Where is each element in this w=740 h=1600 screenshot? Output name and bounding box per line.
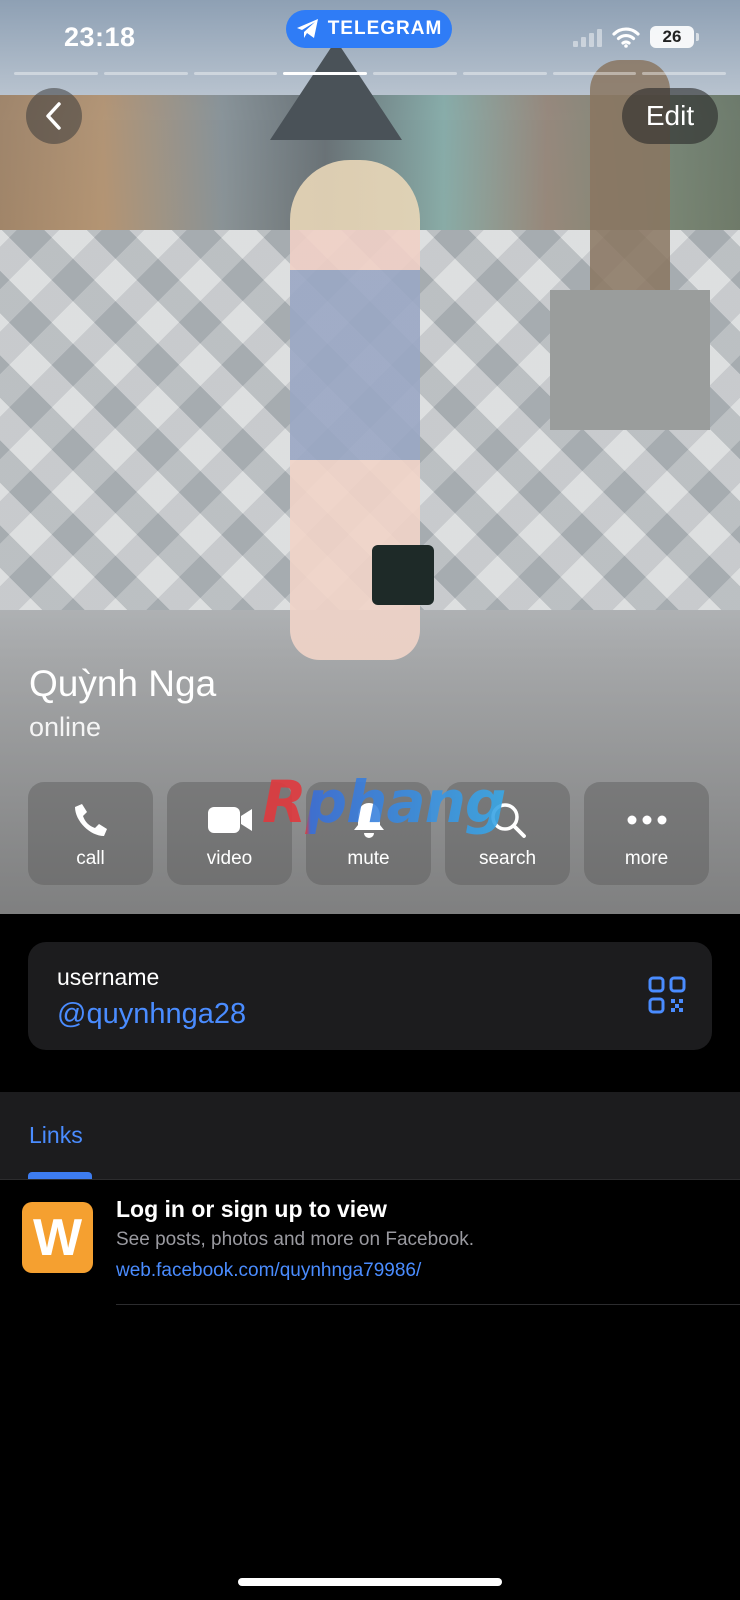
- wifi-icon: [612, 27, 640, 48]
- username-card[interactable]: username @quynhnga28: [28, 942, 712, 1050]
- photo-bag: [372, 545, 434, 605]
- search-button[interactable]: search: [445, 782, 570, 885]
- photo-progress-segment: [552, 72, 637, 75]
- telegram-pill-label: TELEGRAM: [327, 18, 443, 39]
- profile-actions: call video mute search more: [28, 782, 712, 885]
- chevron-left-icon: [46, 102, 61, 130]
- profile-photo[interactable]: [0, 0, 740, 914]
- battery-indicator: 26: [650, 26, 699, 48]
- link-item[interactable]: W Log in or sign up to view See posts, p…: [0, 1180, 740, 1306]
- phone-icon: [74, 804, 107, 836]
- photo-progress-segment: [103, 72, 188, 75]
- link-title: Log in or sign up to view: [116, 1196, 387, 1222]
- mute-label: mute: [347, 848, 390, 869]
- photo-pedestal: [550, 290, 710, 430]
- tab-links[interactable]: Links: [29, 1122, 83, 1149]
- qr-code-icon[interactable]: [648, 976, 686, 1014]
- mute-button[interactable]: mute: [306, 782, 431, 885]
- photo-tower: [270, 40, 402, 140]
- tab-links-indicator: [28, 1172, 92, 1179]
- photo-progress-segment: [373, 72, 457, 75]
- photo-progress-bars: [14, 72, 726, 75]
- telegram-pill[interactable]: TELEGRAM: [286, 10, 452, 48]
- home-indicator[interactable]: [238, 1578, 502, 1586]
- link-url[interactable]: web.facebook.com/quynhnga79986/: [116, 1260, 421, 1282]
- bell-icon: [353, 803, 384, 838]
- username-value[interactable]: @quynhnga28: [57, 998, 246, 1031]
- telegram-plane-icon: [296, 19, 318, 38]
- link-thumbnail: W: [22, 1202, 93, 1273]
- photo-progress-segment: [193, 72, 278, 75]
- edit-button[interactable]: Edit: [622, 88, 718, 144]
- divider: [116, 1304, 740, 1305]
- profile-name: Quỳnh Nga: [29, 663, 217, 704]
- more-dots-icon: [627, 815, 666, 825]
- photo-progress-segment: [14, 72, 98, 75]
- profile-status: online: [29, 712, 102, 742]
- more-button[interactable]: more: [584, 782, 709, 885]
- video-camera-icon: [207, 807, 252, 833]
- video-label: video: [206, 848, 253, 869]
- links-tab-bar: [0, 1092, 740, 1179]
- video-button[interactable]: video: [167, 782, 292, 885]
- call-label: call: [76, 848, 105, 869]
- link-description: See posts, photos and more on Facebook.: [116, 1229, 475, 1250]
- cellular-signal-icon: [573, 27, 602, 47]
- more-label: more: [624, 848, 669, 869]
- call-button[interactable]: call: [28, 782, 153, 885]
- search-label: search: [478, 848, 537, 869]
- photo-progress-segment: [283, 72, 367, 75]
- username-label: username: [57, 964, 160, 990]
- search-icon: [490, 803, 526, 838]
- status-time: 23:18: [64, 22, 136, 52]
- photo-progress-segment: [462, 72, 547, 75]
- back-button[interactable]: [26, 88, 82, 144]
- photo-progress-segment: [642, 72, 726, 75]
- status-icons: 26: [573, 26, 699, 48]
